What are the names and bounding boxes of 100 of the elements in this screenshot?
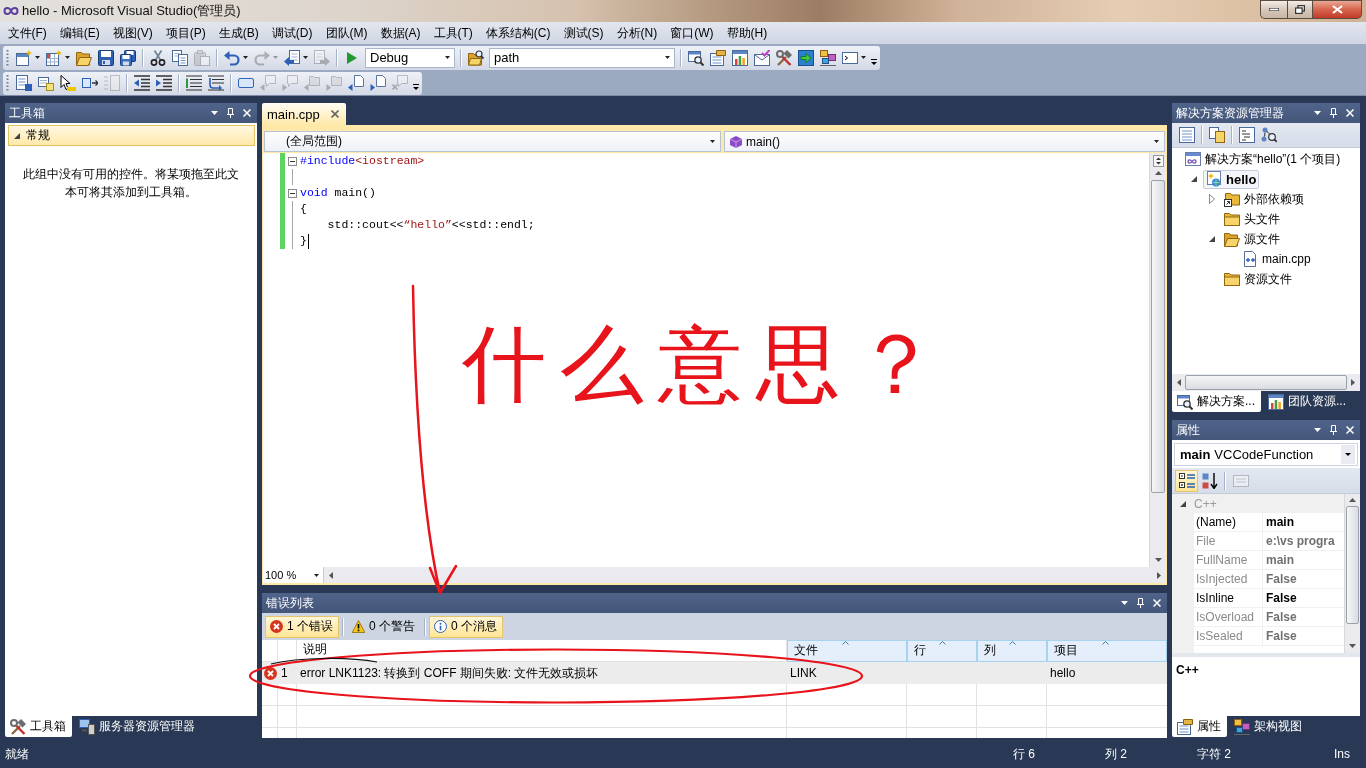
menu-item[interactable]: 测试(S) xyxy=(557,21,610,45)
property-name[interactable]: File xyxy=(1194,532,1263,551)
panel-tab[interactable]: 工具箱 xyxy=(5,716,72,737)
caret-icon xyxy=(314,573,319,577)
document-tab[interactable]: main.cpp xyxy=(262,103,346,125)
object-dropdown[interactable]: main VCCodeFunction xyxy=(1174,443,1358,466)
close-icon[interactable] xyxy=(330,110,339,118)
tree-item[interactable]: 外部依赖项 xyxy=(1221,189,1307,209)
filter-button[interactable]: 0 个消息 xyxy=(429,615,504,638)
vertical-scrollbar[interactable] xyxy=(1344,494,1360,653)
grip-handle[interactable] xyxy=(6,74,9,93)
panel-tab[interactable]: 架构视图 xyxy=(1229,716,1308,737)
filter-button[interactable]: 1 个错误 xyxy=(265,615,339,638)
menu-item[interactable]: 项目(P) xyxy=(159,21,213,45)
zoom-dropdown[interactable]: 100 % xyxy=(263,567,324,583)
code-line: } xyxy=(299,233,307,249)
pin-icon[interactable] xyxy=(1330,108,1337,118)
dropdown-caret-icon[interactable] xyxy=(1314,428,1321,432)
splitter-icon[interactable] xyxy=(1152,155,1164,167)
menu-item[interactable]: 数据(A) xyxy=(374,21,427,45)
menu-item[interactable]: 体系结构(C) xyxy=(479,21,557,45)
expander-icon[interactable] xyxy=(14,132,20,139)
menu-item[interactable]: 编辑(E) xyxy=(53,21,107,45)
expander-icon[interactable] xyxy=(1208,236,1215,242)
panel-tab[interactable]: 团队资源... xyxy=(1263,391,1353,412)
menu-item[interactable]: 帮助(H) xyxy=(720,21,774,45)
expander-icon[interactable] xyxy=(1180,500,1186,507)
group-header[interactable]: 常规 xyxy=(8,125,255,146)
dropdown-caret-icon[interactable] xyxy=(1121,601,1128,605)
scroll-down-icon[interactable] xyxy=(1154,558,1162,562)
column-header[interactable]: 说明 xyxy=(297,640,787,662)
dropdown-field[interactable]: path xyxy=(489,47,675,68)
vertical-scrollbar[interactable] xyxy=(1149,153,1166,567)
bubble-back-icon xyxy=(260,75,276,92)
column-header[interactable]: 项目 xyxy=(1047,640,1167,662)
member-dropdown[interactable]: main() xyxy=(724,131,1165,152)
tree-item[interactable]: 源文件 xyxy=(1221,229,1283,249)
menu-item[interactable]: 文件(F) xyxy=(1,21,54,45)
menu-item[interactable]: 窗口(W) xyxy=(663,21,720,45)
pin-icon[interactable] xyxy=(1330,425,1337,435)
chart-window-icon xyxy=(732,49,748,66)
bubble-forward-icon xyxy=(282,75,298,92)
dropdown-caret-icon[interactable] xyxy=(211,111,218,115)
arrow-window-icon xyxy=(798,49,814,66)
scroll-up-icon[interactable] xyxy=(1154,171,1162,175)
horizontal-scrollbar[interactable] xyxy=(1172,374,1360,391)
chart-window-icon xyxy=(1268,393,1284,410)
table-row[interactable]: 1 error LNK1123: 转换到 COFF 期间失败: 文件无效或损坏 LINK hello xyxy=(262,662,1167,684)
tree-item[interactable]: 头文件 xyxy=(1221,209,1283,229)
scroll-right-icon[interactable] xyxy=(1351,379,1355,386)
scroll-thumb[interactable] xyxy=(1346,506,1359,624)
menu-item[interactable]: 生成(B) xyxy=(212,21,266,45)
scroll-up-icon[interactable] xyxy=(1349,498,1356,502)
close-button[interactable] xyxy=(1313,0,1362,19)
panel-tab[interactable]: 属性 xyxy=(1172,716,1227,737)
column-header[interactable]: 列 xyxy=(977,640,1047,662)
pin-icon[interactable] xyxy=(227,108,234,118)
property-name[interactable]: IsInline xyxy=(1194,589,1263,608)
scroll-thumb[interactable] xyxy=(1185,375,1347,390)
tree-item[interactable]: main.cpp xyxy=(1239,249,1314,269)
line-list-icon xyxy=(104,75,120,92)
scroll-down-icon[interactable] xyxy=(1349,644,1356,648)
grip-handle[interactable] xyxy=(6,48,9,67)
toolbar-button[interactable] xyxy=(1175,469,1198,492)
column-header[interactable]: 行 xyxy=(907,640,977,662)
dropdown-caret-icon[interactable] xyxy=(1314,111,1321,115)
menu-item[interactable]: 分析(N) xyxy=(610,21,664,45)
horizontal-scrollbar[interactable] xyxy=(324,567,1166,583)
menu-item[interactable]: 视图(V) xyxy=(106,21,160,45)
filter-button[interactable]: 0 个警告 xyxy=(347,615,422,638)
property-name[interactable]: IsOverload xyxy=(1194,608,1263,627)
panel-tab[interactable]: 解决方案... xyxy=(1172,391,1261,412)
pin-icon[interactable] xyxy=(1137,598,1144,608)
tree-item[interactable]: hello xyxy=(1203,169,1260,189)
column-header[interactable]: 文件 xyxy=(787,640,907,662)
dropdown-field[interactable]: Debug xyxy=(365,47,455,68)
restore-button[interactable] xyxy=(1287,0,1313,19)
scroll-right-icon[interactable] xyxy=(1157,571,1161,579)
collapse-box-icon[interactable] xyxy=(288,156,297,166)
floppy-disks-icon xyxy=(120,49,136,66)
minimize-button[interactable] xyxy=(1260,0,1287,19)
scroll-thumb[interactable] xyxy=(1151,180,1165,494)
panel-tab[interactable]: 服务器资源管理器 xyxy=(74,716,201,737)
menu-item[interactable]: 团队(M) xyxy=(319,21,374,45)
menu-item[interactable]: 调试(D) xyxy=(265,21,319,45)
property-name[interactable]: (Name) xyxy=(1194,513,1263,532)
scope-dropdown[interactable]: (全局范围) xyxy=(264,131,721,152)
property-name[interactable]: IsSealed xyxy=(1194,627,1263,646)
tree-item[interactable]: 资源文件 xyxy=(1221,269,1295,289)
minimize-icon xyxy=(1269,8,1279,11)
expander-icon[interactable] xyxy=(1190,176,1197,182)
property-name[interactable]: IsInjected xyxy=(1194,570,1263,589)
window-search-icon xyxy=(1177,393,1193,410)
menu-item[interactable]: 工具(T) xyxy=(427,21,480,45)
property-pages-icon xyxy=(1232,472,1249,489)
scroll-left-icon[interactable] xyxy=(329,571,333,579)
collapse-box-icon[interactable] xyxy=(288,188,297,198)
scroll-left-icon[interactable] xyxy=(1177,379,1181,386)
tree-item[interactable]: 解决方案“hello”(1 个项目) xyxy=(1182,149,1344,169)
property-name[interactable]: FullName xyxy=(1194,551,1263,570)
